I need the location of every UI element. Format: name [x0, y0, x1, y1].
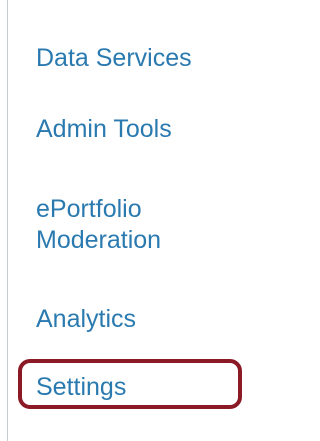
nav-item-admin-tools[interactable]: Admin Tools	[36, 114, 172, 145]
nav-item-label-line1: ePortfolio	[36, 195, 142, 223]
nav-item-label: Data Services	[36, 44, 192, 72]
nav-item-eportfolio-moderation[interactable]: ePortfolio Moderation	[36, 194, 161, 256]
settings-highlight-box	[18, 359, 242, 409]
course-nav-panel: Data Services Admin Tools ePortfolio Mod…	[0, 0, 262, 441]
nav-item-analytics[interactable]: Analytics	[36, 304, 136, 335]
nav-item-label-line2: Moderation	[36, 226, 162, 254]
nav-item-data-services[interactable]: Data Services	[36, 43, 192, 74]
nav-item-label: Admin Tools	[36, 115, 172, 143]
nav-item-label: Analytics	[36, 305, 137, 333]
